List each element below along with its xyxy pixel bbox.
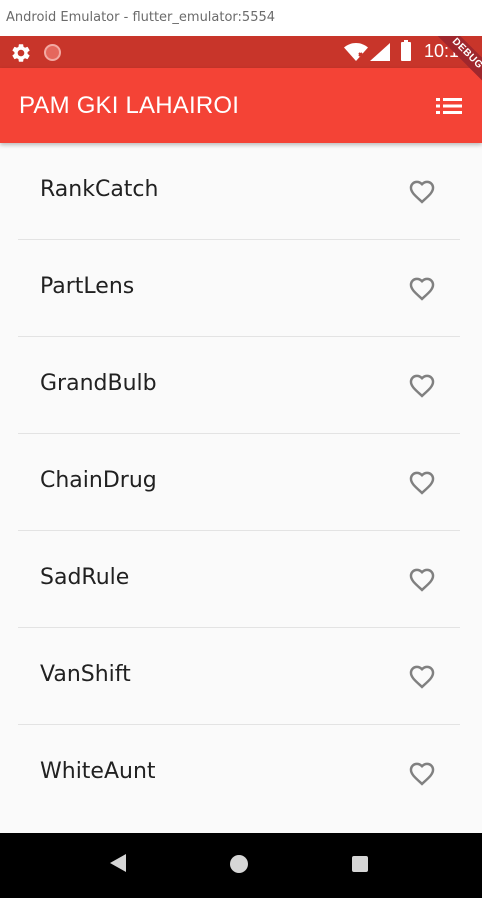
heart-outline-icon[interactable] — [407, 177, 437, 204]
list-item[interactable]: PartLens — [18, 240, 460, 337]
record-indicator-icon — [44, 44, 61, 61]
gear-icon — [12, 44, 30, 62]
status-bar: 10:17 — [0, 36, 482, 68]
list-item[interactable]: GrandBulb — [18, 337, 460, 434]
phone-screen: 10:17 PAM GKI LAHAIROI DEBUG RankCatch P… — [0, 36, 482, 898]
recents-icon[interactable] — [352, 856, 368, 872]
navigation-bar — [0, 833, 482, 898]
app-bar: PAM GKI LAHAIROI — [0, 68, 482, 143]
heart-outline-icon[interactable] — [407, 759, 437, 786]
battery-icon — [401, 40, 411, 61]
list-item-label: VanShift — [40, 662, 131, 687]
back-icon[interactable] — [110, 854, 126, 872]
word-list: RankCatch PartLens GrandBulb ChainDrug S… — [0, 143, 482, 833]
list-item[interactable]: ChainDrug — [18, 434, 460, 531]
heart-outline-icon[interactable] — [407, 662, 437, 689]
heart-outline-icon[interactable] — [407, 565, 437, 592]
signal-icon — [370, 43, 390, 61]
list-item-label: RankCatch — [40, 177, 159, 202]
page-title: PAM GKI LAHAIROI — [19, 92, 240, 119]
list-item-label: WhiteAunt — [40, 759, 156, 784]
heart-outline-icon[interactable] — [407, 371, 437, 398]
list-item-label: ChainDrug — [40, 468, 157, 493]
list-icon[interactable] — [436, 96, 462, 116]
list-item[interactable]: WhiteAunt — [18, 725, 460, 822]
home-icon[interactable] — [230, 855, 248, 873]
heart-outline-icon[interactable] — [407, 468, 437, 495]
list-item-label: PartLens — [40, 274, 135, 299]
heart-outline-icon[interactable] — [407, 274, 437, 301]
list-item[interactable]: VanShift — [18, 628, 460, 725]
list-item-label: GrandBulb — [40, 371, 157, 396]
list-item[interactable]: RankCatch — [18, 143, 460, 240]
wifi-icon — [344, 43, 368, 61]
list-item-label: SadRule — [40, 565, 130, 590]
window-title: Android Emulator - flutter_emulator:5554 — [0, 0, 482, 36]
list-item[interactable]: SadRule — [18, 531, 460, 628]
